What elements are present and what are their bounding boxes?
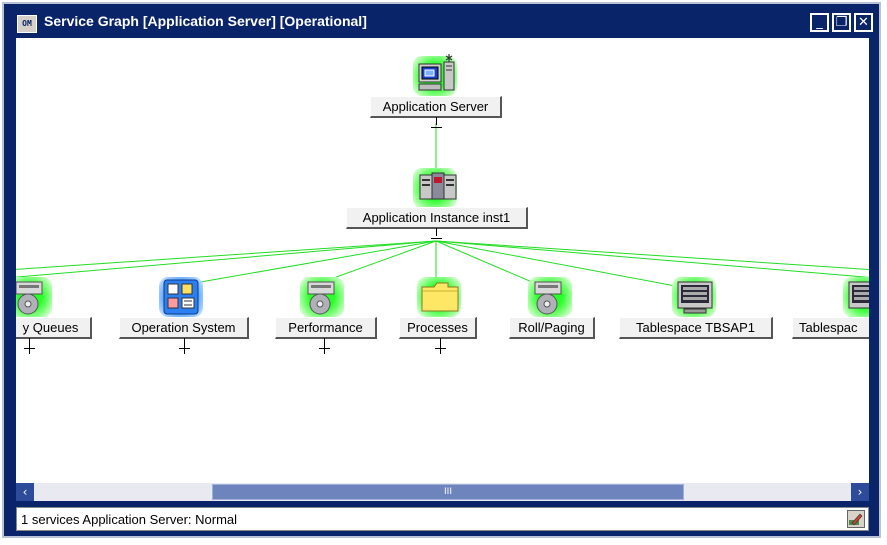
pencil-icon (849, 513, 863, 526)
disk-icon[interactable] (531, 278, 571, 318)
node-label[interactable]: Tablespac (792, 317, 869, 339)
server-icon[interactable] (416, 54, 460, 98)
app-icon[interactable]: OM (17, 15, 37, 33)
edge-to-tablespace-2 (435, 240, 869, 271)
node-label[interactable]: Application Server (370, 96, 502, 118)
scroll-left-button[interactable]: ‹ (16, 483, 34, 501)
edge-to-queues (16, 240, 437, 270)
edge-to-offscreen-left (16, 240, 437, 278)
horizontal-scrollbar[interactable]: ‹ III › (16, 483, 869, 501)
node-label[interactable]: Roll/Paging (509, 317, 595, 339)
folder-icon[interactable] (420, 281, 460, 313)
node-label[interactable]: Tablespace TBSAP1 (619, 317, 773, 339)
title-bar[interactable]: OM Service Graph [Application Server] [O… (4, 4, 879, 42)
node-label[interactable]: Application Instance inst1 (346, 207, 528, 229)
edge-to-offscreen-right (435, 240, 869, 278)
status-text: 1 services Application Server: Normal (21, 512, 238, 527)
minimize-button[interactable]: _ (810, 13, 829, 32)
status-bar: 1 services Application Server: Normal (16, 507, 869, 531)
close-button[interactable]: ✕ (854, 13, 873, 32)
tablespace-icon[interactable] (847, 279, 869, 315)
restore-button[interactable]: ❐ (832, 13, 851, 32)
scroll-right-button[interactable]: › (851, 483, 869, 501)
expand-toggle[interactable] (319, 343, 330, 354)
collapse-toggle[interactable] (431, 122, 442, 133)
scroll-thumb[interactable]: III (212, 484, 684, 500)
node-label[interactable]: Performance (275, 317, 377, 339)
node-label[interactable]: Operation System (119, 317, 249, 339)
expand-toggle[interactable] (179, 343, 190, 354)
expand-toggle[interactable] (24, 343, 35, 354)
expand-toggle[interactable] (435, 343, 446, 354)
node-label[interactable]: Processes (399, 317, 477, 339)
collapse-toggle[interactable] (431, 233, 442, 244)
node-label[interactable]: y Queues (16, 317, 92, 339)
os-icon[interactable] (162, 278, 200, 316)
disk-icon[interactable] (304, 278, 344, 318)
tablespace-icon[interactable] (676, 279, 714, 315)
status-edit-icon[interactable] (847, 510, 865, 528)
instance-icon[interactable] (418, 169, 458, 205)
window-title: Service Graph [Application Server] [Oper… (44, 13, 367, 29)
graph-canvas[interactable]: Application Server Application Instance … (16, 38, 869, 483)
disk-icon[interactable] (16, 278, 54, 318)
